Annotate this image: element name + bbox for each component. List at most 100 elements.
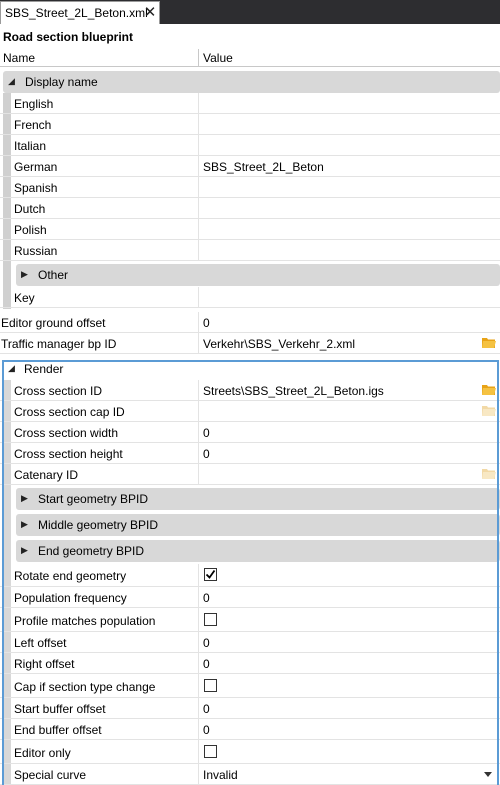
property-name: Right offset [14,657,75,671]
property-row-profile-matches-population[interactable]: Profile matches population [0,608,500,632]
cap-if-section-type-change-checkbox[interactable] [204,679,217,692]
group-end-geometry-bpid[interactable]: ▶ End geometry BPID [16,540,500,562]
property-row-italian[interactable]: Italian [0,135,500,156]
group-render[interactable]: ◢ Render [4,359,500,379]
property-name: Editor ground offset [1,316,106,330]
property-row-editor-only[interactable]: Editor only [0,740,500,764]
property-row-special-curve[interactable]: Special curve Invalid [0,764,500,785]
name-column-header[interactable]: Name [3,51,35,65]
property-row-catenary-id[interactable]: Catenary ID [0,464,500,485]
folder-icon[interactable] [482,384,496,395]
close-icon[interactable]: ✕ [142,4,158,22]
property-row-cross-section-height[interactable]: Cross section height 0 [0,443,500,464]
group-start-geometry-bpid[interactable]: ▶ Start geometry BPID [16,488,500,510]
group-other[interactable]: ▶ Other [16,264,500,286]
property-row-right-offset[interactable]: Right offset 0 [0,653,500,674]
property-row-english[interactable]: English [0,93,500,114]
property-name: Start buffer offset [14,702,106,716]
property-row-key[interactable]: Key [0,287,500,308]
property-row-cross-section-cap-id[interactable]: Cross section cap ID [0,401,500,422]
collapse-triangle-icon[interactable]: ◢ [8,363,15,374]
property-name: Profile matches population [14,614,156,628]
property-row-german[interactable]: German SBS_Street_2L_Beton [0,156,500,177]
group-label: Start geometry BPID [38,492,149,506]
column-header: Name Value [0,49,500,67]
property-value[interactable]: Streets\SBS_Street_2L_Beton.igs [203,384,384,398]
rotate-end-geometry-checkbox[interactable] [204,568,217,581]
property-name: German [14,160,58,174]
expand-triangle-icon[interactable]: ▶ [21,493,28,504]
property-name: Spanish [14,181,58,195]
property-value[interactable]: Verkehr\SBS_Verkehr_2.xml [203,337,355,351]
value-column-header[interactable]: Value [203,51,233,65]
special-curve-select[interactable]: Invalid [203,768,238,782]
property-name: Dutch [14,202,46,216]
expand-triangle-icon[interactable]: ▶ [21,519,28,530]
property-value[interactable]: 0 [203,636,210,650]
property-name: Cross section width [14,426,119,440]
property-name: English [14,97,54,111]
group-label: End geometry BPID [38,544,145,558]
property-name: Polish [14,223,47,237]
checkmark-icon [205,569,216,579]
property-value[interactable]: 0 [203,447,210,461]
property-row-cross-section-id[interactable]: Cross section ID Streets\SBS_Street_2L_Be… [0,380,500,401]
property-name: Cap if section type change [14,680,156,694]
property-value[interactable]: 0 [203,591,210,605]
property-name: Traffic manager bp ID [1,337,117,351]
property-name: Left offset [14,636,67,650]
property-row-rotate-end-geometry[interactable]: Rotate end geometry [0,564,500,587]
property-row-polish[interactable]: Polish [0,219,500,240]
profile-matches-population-checkbox[interactable] [204,613,217,626]
column-divider[interactable] [198,49,199,67]
property-row-russian[interactable]: Russian [0,240,500,261]
tab-strip: SBS_Street_2L_Beton.xml ✕ [0,0,500,24]
property-value[interactable]: 0 [203,723,210,737]
property-name: Italian [14,139,47,153]
property-name: Population frequency [14,591,127,605]
property-row-editor-ground-offset[interactable]: Editor ground offset 0 [0,312,500,333]
property-name: End buffer offset [14,723,102,737]
property-row-population-frequency[interactable]: Population frequency 0 [0,587,500,608]
tab-title: SBS_Street_2L_Beton.xml [5,6,148,20]
property-name: Cross section cap ID [14,405,125,419]
property-row-start-buffer-offset[interactable]: Start buffer offset 0 [0,698,500,719]
property-name: Cross section height [14,447,123,461]
property-name: Catenary ID [14,468,79,482]
property-value[interactable]: 0 [203,657,210,671]
property-name: Rotate end geometry [14,569,127,583]
property-row-dutch[interactable]: Dutch [0,198,500,219]
property-name: Key [14,291,35,305]
folder-icon[interactable] [482,337,496,348]
property-row-spanish[interactable]: Spanish [0,177,500,198]
property-value[interactable]: 0 [203,426,210,440]
chevron-down-icon[interactable] [484,772,492,777]
folder-icon[interactable] [482,405,496,416]
property-value[interactable]: 0 [203,316,210,330]
property-value[interactable]: 0 [203,702,210,716]
group-label: Render [24,362,64,376]
property-row-cap-if-section-type-change[interactable]: Cap if section type change [0,674,500,698]
editor-only-checkbox[interactable] [204,745,217,758]
expand-triangle-icon[interactable]: ▶ [21,545,28,556]
group-label: Other [38,268,69,282]
collapse-triangle-icon[interactable]: ◢ [8,76,15,87]
document-tab[interactable]: SBS_Street_2L_Beton.xml ✕ [0,1,160,24]
group-label: Middle geometry BPID [38,518,159,532]
property-value[interactable]: SBS_Street_2L_Beton [203,160,324,174]
property-row-left-offset[interactable]: Left offset 0 [0,632,500,653]
property-row-french[interactable]: French [0,114,500,135]
property-row-traffic-manager[interactable]: Traffic manager bp ID Verkehr\SBS_Verkehr… [0,333,500,354]
property-row-end-buffer-offset[interactable]: End buffer offset 0 [0,719,500,740]
group-label: Display name [25,75,98,89]
property-name: Cross section ID [14,384,103,398]
property-name: Editor only [14,746,71,760]
page-title: Road section blueprint [3,30,134,44]
folder-icon[interactable] [482,468,496,479]
property-row-cross-section-width[interactable]: Cross section width 0 [0,422,500,443]
property-name: Special curve [14,768,87,782]
group-middle-geometry-bpid[interactable]: ▶ Middle geometry BPID [16,514,500,536]
property-name: Russian [14,244,58,258]
group-display-name[interactable]: ◢ Display name [3,71,500,93]
expand-triangle-icon[interactable]: ▶ [21,269,28,280]
